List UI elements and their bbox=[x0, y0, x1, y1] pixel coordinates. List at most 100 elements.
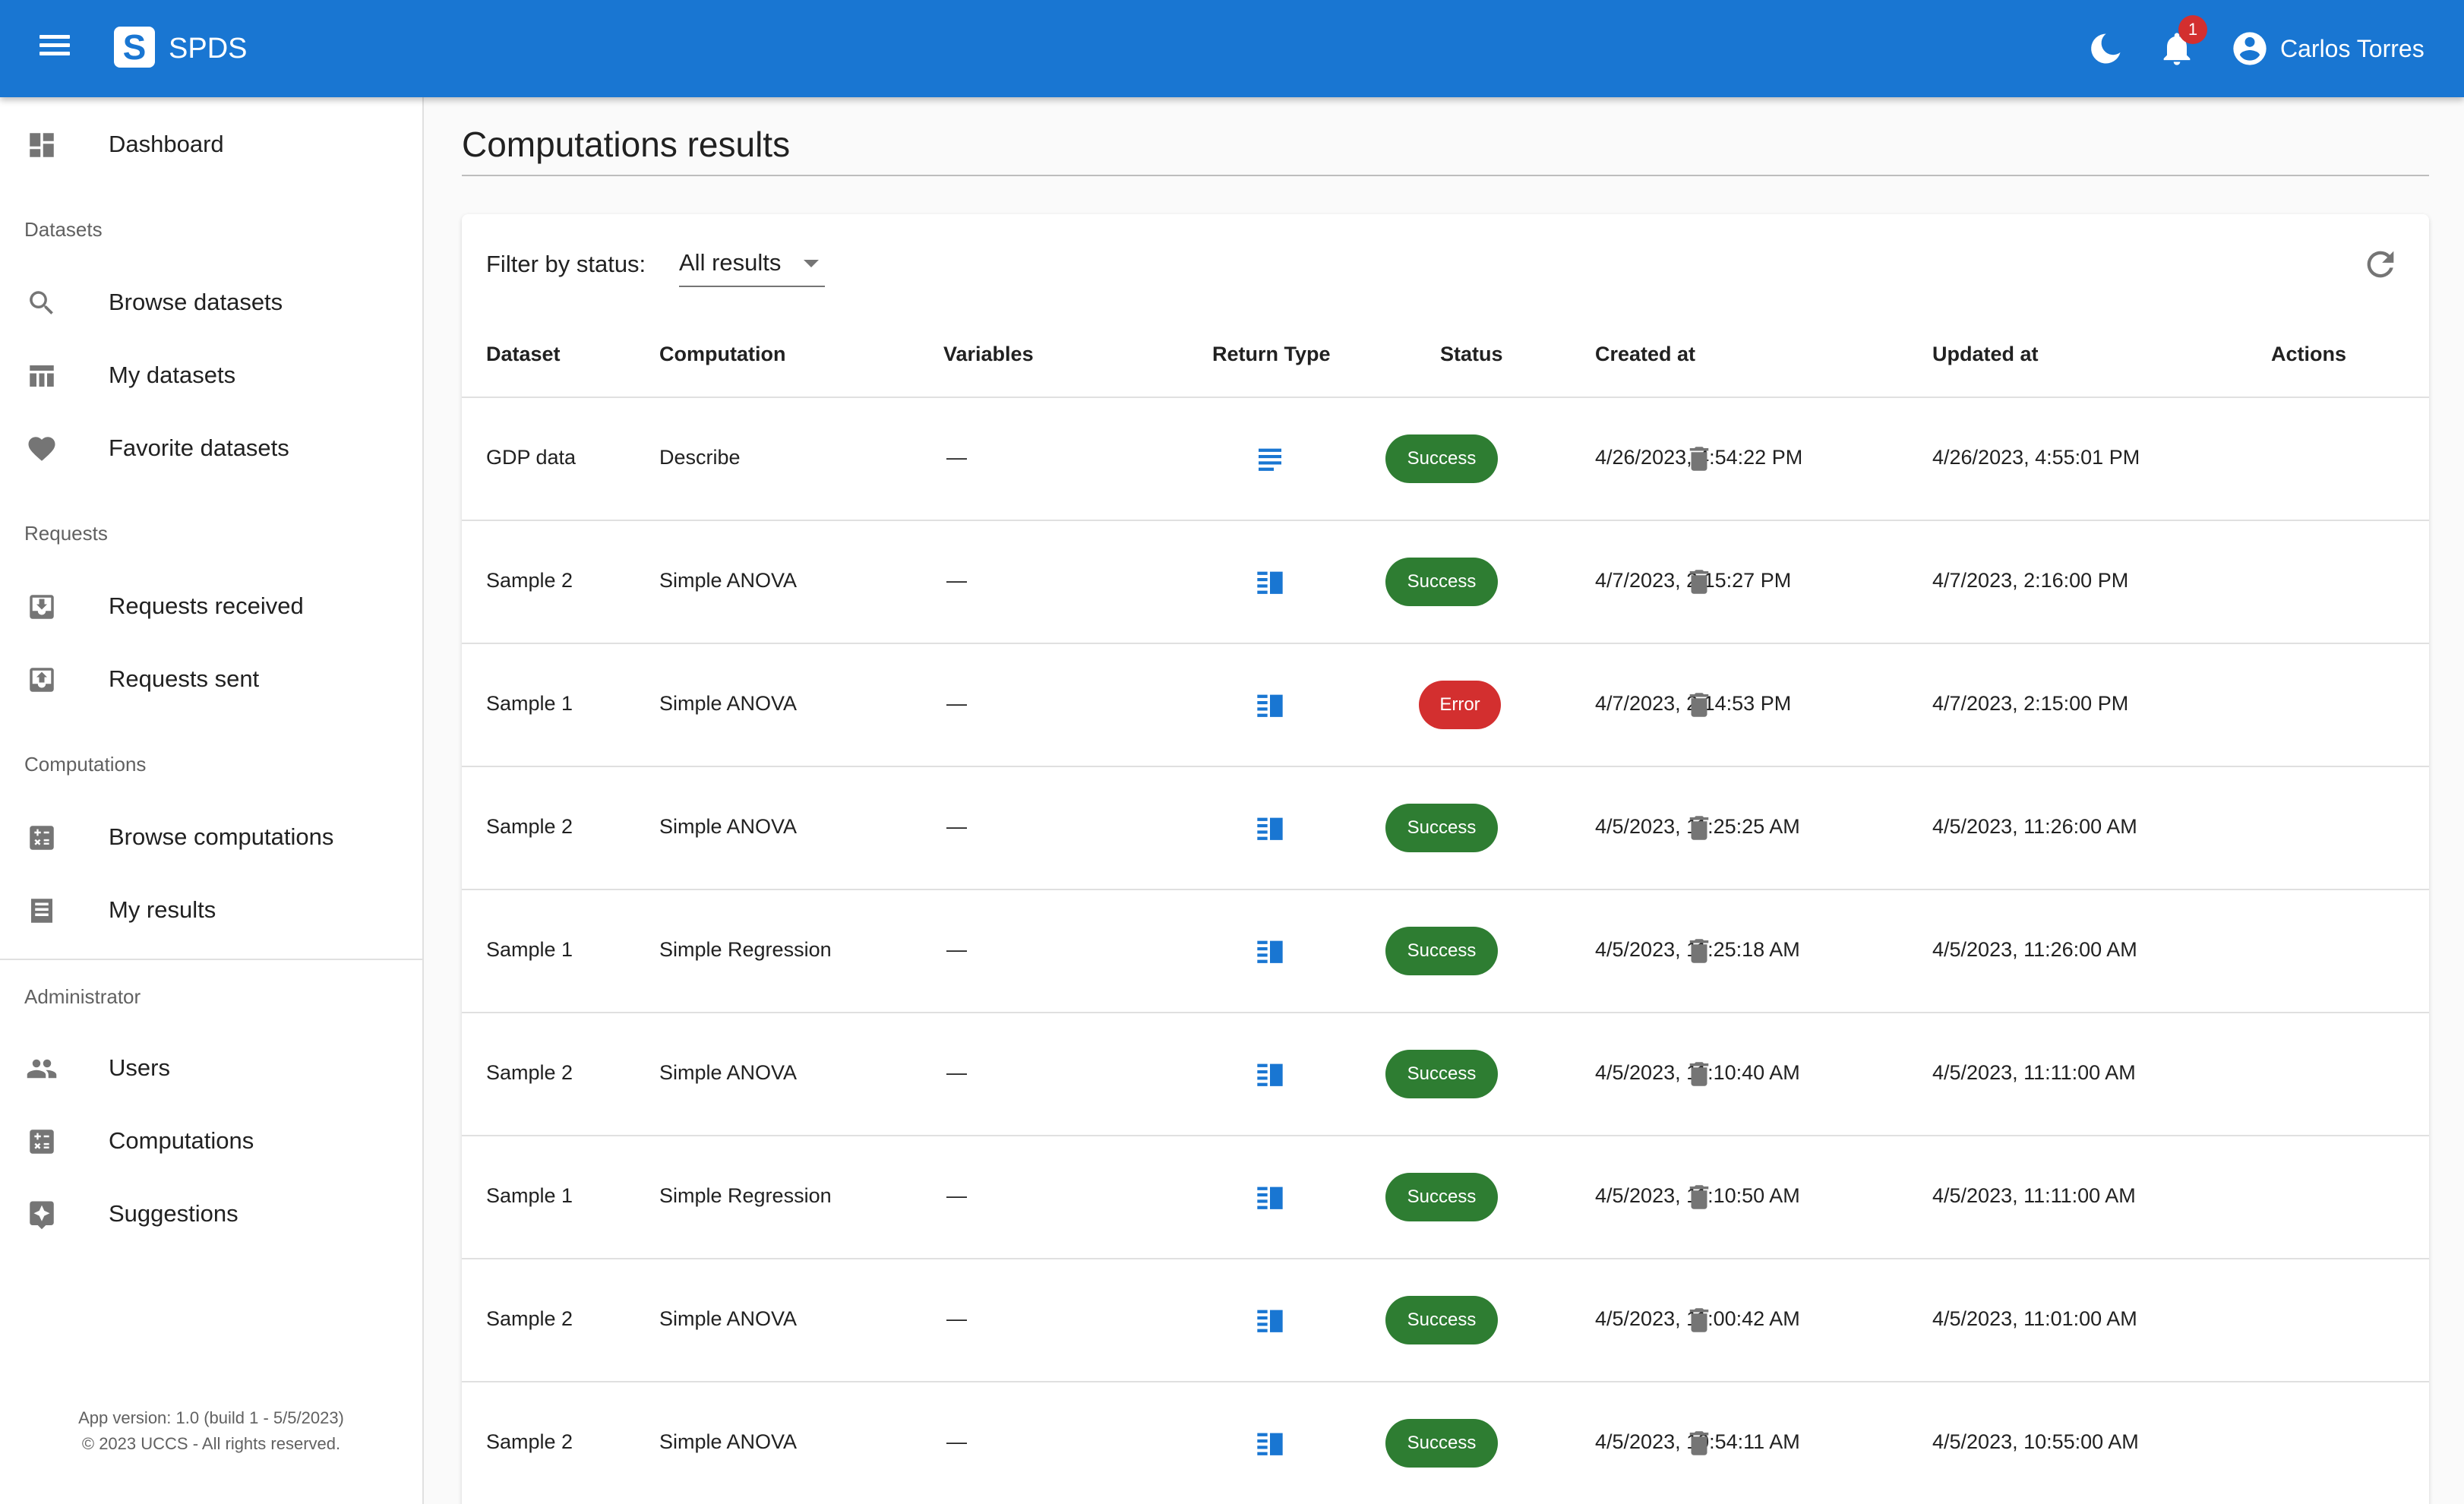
trash-icon[interactable] bbox=[1683, 935, 1715, 967]
table-view-icon[interactable] bbox=[1255, 936, 1285, 966]
user-name[interactable]: Carlos Torres bbox=[2280, 30, 2425, 67]
cell-dataset: Sample 1 bbox=[486, 938, 573, 961]
app-bar: S SPDS 1 Carlos Torres bbox=[0, 0, 2464, 97]
sidebar: Dashboard Datasets Browse datasets My da… bbox=[0, 97, 424, 1504]
cell-dataset: Sample 2 bbox=[486, 569, 573, 592]
trash-icon[interactable] bbox=[1683, 689, 1715, 721]
account-circle-icon[interactable] bbox=[2230, 29, 2270, 68]
cell-updated-at: 4/26/2023, 4:55:01 PM bbox=[1932, 446, 2140, 469]
sidebar-item-label: Requests received bbox=[109, 592, 304, 619]
status-badge: Success bbox=[1385, 927, 1498, 975]
moon-icon[interactable] bbox=[2086, 29, 2125, 68]
section-heading-requests: Requests bbox=[24, 522, 108, 545]
cell-updated-at: 4/7/2023, 2:16:00 PM bbox=[1932, 569, 2129, 592]
column-header-created-at[interactable]: Created at bbox=[1595, 339, 1695, 369]
cell-variables: — bbox=[946, 1307, 967, 1330]
column-header-dataset[interactable]: Dataset bbox=[486, 339, 561, 369]
cell-variables: — bbox=[946, 446, 967, 469]
table-row[interactable]: Sample 2 Simple ANOVA — Success 4/5/2023, 11… bbox=[462, 1259, 2429, 1382]
trash-icon[interactable] bbox=[1683, 812, 1715, 844]
receipt-icon bbox=[31, 899, 52, 923]
cell-updated-at: 4/7/2023, 2:15:00 PM bbox=[1932, 692, 2129, 715]
cell-dataset: Sample 2 bbox=[486, 815, 573, 838]
sidebar-item-computations[interactable]: Computations bbox=[0, 1106, 422, 1176]
cell-variables: — bbox=[946, 569, 967, 592]
table-view-icon[interactable] bbox=[1255, 1305, 1285, 1335]
table-view-icon[interactable] bbox=[1255, 813, 1285, 843]
cell-variables: — bbox=[946, 1430, 967, 1453]
table-row[interactable]: Sample 2 Simple ANOVA — Success 4/5/2023, 11… bbox=[462, 767, 2429, 890]
cell-variables: — bbox=[946, 692, 967, 715]
app-title[interactable]: SPDS bbox=[169, 29, 247, 68]
cell-computation: Simple Regression bbox=[659, 1184, 832, 1207]
table-row[interactable]: Sample 1 Simple ANOVA — Error 4/7/2023, 2:14… bbox=[462, 644, 2429, 767]
inbox-download-icon bbox=[30, 595, 54, 619]
sidebar-item-label: My results bbox=[109, 896, 216, 923]
sidebar-item-browse-computations[interactable]: Browse computations bbox=[0, 802, 422, 872]
column-header-computation[interactable]: Computation bbox=[659, 339, 785, 369]
sidebar-item-label: Browse datasets bbox=[109, 289, 283, 315]
table-view-icon[interactable] bbox=[1255, 1059, 1285, 1089]
table-row[interactable]: Sample 2 Simple ANOVA — Success 4/5/2023, 11… bbox=[462, 1013, 2429, 1136]
sidebar-item-label: Computations bbox=[109, 1127, 254, 1154]
column-header-updated-at[interactable]: Updated at bbox=[1932, 339, 2039, 369]
table-row[interactable]: Sample 2 Simple ANOVA — Success 4/7/2023, 2:… bbox=[462, 521, 2429, 644]
cell-dataset: Sample 2 bbox=[486, 1061, 573, 1084]
cell-computation: Describe bbox=[659, 446, 741, 469]
filter-label: Filter by status: bbox=[486, 251, 646, 277]
section-heading-administrator: Administrator bbox=[24, 985, 141, 1008]
status-badge: Success bbox=[1385, 804, 1498, 852]
column-header-status[interactable]: Status bbox=[1440, 339, 1503, 369]
menu-icon[interactable] bbox=[33, 30, 76, 67]
sidebar-item-label: Requests sent bbox=[109, 665, 260, 692]
table-view-icon[interactable] bbox=[1255, 1182, 1285, 1212]
notification-badge: 1 bbox=[2178, 15, 2207, 44]
status-badge: Success bbox=[1385, 558, 1498, 606]
sidebar-item-requests-sent[interactable]: Requests sent bbox=[0, 644, 422, 714]
cell-updated-at: 4/5/2023, 11:26:00 AM bbox=[1932, 815, 2137, 838]
column-header-variables[interactable]: Variables bbox=[943, 339, 1034, 369]
trash-icon[interactable] bbox=[1683, 1427, 1715, 1459]
title-divider bbox=[462, 175, 2429, 176]
cell-variables: — bbox=[946, 1061, 967, 1084]
cell-computation: Simple ANOVA bbox=[659, 1061, 798, 1084]
calculate-icon bbox=[30, 1130, 54, 1154]
sidebar-item-requests-received[interactable]: Requests received bbox=[0, 571, 422, 641]
sidebar-item-dashboard[interactable]: Dashboard bbox=[0, 109, 422, 179]
column-header-actions: Actions bbox=[2271, 343, 2347, 365]
table-row[interactable]: GDP data Describe — Success 4/26/2023, 4:54:… bbox=[462, 398, 2429, 521]
trash-icon[interactable] bbox=[1683, 1058, 1715, 1090]
sidebar-item-suggestions[interactable]: Suggestions bbox=[0, 1179, 422, 1249]
cell-computation: Simple ANOVA bbox=[659, 1430, 798, 1453]
table-row[interactable]: Sample 1 Simple Regression — Success 4/5/202… bbox=[462, 890, 2429, 1013]
table-view-icon[interactable] bbox=[1255, 1428, 1285, 1458]
cell-updated-at: 4/5/2023, 11:01:00 AM bbox=[1932, 1307, 2137, 1330]
trash-icon[interactable] bbox=[1683, 443, 1715, 475]
sidebar-item-label: Suggestions bbox=[109, 1200, 239, 1227]
table-row[interactable]: Sample 1 Simple Regression — Success 4/5/202… bbox=[462, 1136, 2429, 1259]
sidebar-item-my-datasets[interactable]: My datasets bbox=[0, 340, 422, 410]
trash-icon[interactable] bbox=[1683, 566, 1715, 598]
dashboard-icon bbox=[30, 133, 54, 157]
sidebar-item-my-results[interactable]: My results bbox=[0, 875, 422, 945]
trash-icon[interactable] bbox=[1683, 1304, 1715, 1336]
table-icon bbox=[30, 365, 54, 387]
sidebar-item-browse-datasets[interactable]: Browse datasets bbox=[0, 267, 422, 337]
table-view-icon[interactable] bbox=[1255, 690, 1285, 720]
refresh-icon[interactable] bbox=[2361, 245, 2400, 284]
cell-dataset: Sample 1 bbox=[486, 692, 573, 715]
status-filter-select[interactable]: All results bbox=[679, 245, 825, 287]
cell-dataset: GDP data bbox=[486, 446, 577, 469]
app-logo[interactable]: S bbox=[114, 27, 155, 68]
sidebar-item-favorite-datasets[interactable]: Favorite datasets bbox=[0, 413, 422, 483]
trash-icon[interactable] bbox=[1683, 1181, 1715, 1213]
sidebar-item-label: My datasets bbox=[109, 362, 236, 388]
sidebar-item-users[interactable]: Users bbox=[0, 1033, 422, 1103]
heart-icon bbox=[28, 437, 55, 461]
status-badge: Error bbox=[1419, 681, 1501, 729]
table-view-icon[interactable] bbox=[1255, 567, 1285, 597]
table-row[interactable]: Sample 2 Simple ANOVA — Success 4/5/2023, 10… bbox=[462, 1382, 2429, 1504]
text-lines-icon[interactable] bbox=[1255, 444, 1285, 474]
cell-dataset: Sample 1 bbox=[486, 1184, 573, 1207]
column-header-return-type[interactable]: Return Type bbox=[1212, 339, 1331, 369]
